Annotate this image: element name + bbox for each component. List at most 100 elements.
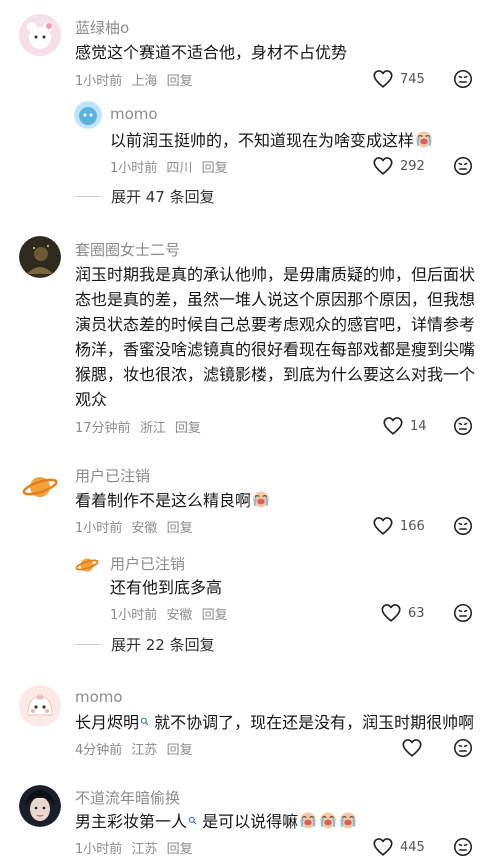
comment-location: 安徽	[131, 521, 158, 536]
like-button[interactable]: 166	[372, 515, 425, 537]
comment-location: 安徽	[166, 608, 193, 623]
expand-label: 展开 22 条回复	[111, 636, 215, 654]
comment-time: 1小时前	[75, 842, 123, 857]
dislike-face-icon[interactable]	[452, 155, 474, 177]
avatar[interactable]	[19, 466, 61, 508]
comment-line: 态也是真的差，虽然一堆人说这个原因那个原因，但我想	[75, 290, 476, 309]
like-count: 166	[400, 518, 425, 534]
comment-meta: 1小时前 上海 回复	[75, 70, 198, 89]
like-button[interactable]: 292	[372, 155, 425, 177]
comment-text-content: 以前润玉挺帅的，不知道现在为啥变成这样	[110, 131, 415, 150]
username[interactable]: 用户已注销	[110, 553, 185, 574]
dislike-face-icon[interactable]	[452, 68, 474, 90]
avatar[interactable]	[74, 552, 100, 578]
dislike-face-icon[interactable]	[452, 836, 474, 858]
reply-button[interactable]: 回复	[175, 421, 201, 436]
comment-text: 长月烬明 就不协调了，现在还是没有，润玉时期很帅啊	[75, 710, 474, 735]
divider	[75, 196, 101, 197]
comment-location: 四川	[166, 161, 193, 176]
comment-location: 江苏	[131, 842, 158, 857]
comment-meta: 1小时前 安徽 回复	[75, 517, 198, 536]
expand-replies-button[interactable]: 展开 22 条回复	[75, 634, 215, 655]
crying-face-emoji	[338, 810, 358, 830]
dislike-face-icon[interactable]	[452, 415, 474, 437]
heart-outline-icon	[372, 836, 394, 858]
heart-outline-icon	[380, 602, 402, 624]
reply-button[interactable]: 回复	[167, 842, 193, 857]
username[interactable]: momo	[75, 688, 123, 706]
reply-button[interactable]: 回复	[202, 161, 228, 176]
like-button[interactable]: 63	[380, 602, 425, 624]
comment-line: 杨洋，香蜜没啥滤镜真的很好看现在每部戏都是瘦到尖嘴	[75, 340, 476, 359]
dislike-face-icon[interactable]	[452, 602, 474, 624]
comment-location: 浙江	[139, 421, 166, 436]
search-mention-text[interactable]: 男主彩妆第一人	[75, 812, 187, 831]
dislike-face-icon[interactable]	[452, 515, 474, 537]
heart-outline-icon	[372, 155, 394, 177]
comment-text: 润玉时期我是真的承认他帅，是毋庸质疑的帅，但后面状 态也是真的差，虽然一堆人说这…	[75, 262, 475, 412]
comment-text: 男主彩妆第一人 是可以说得嘛	[75, 809, 358, 834]
comment-line: 演员状态差的时候自己总要考虑观众的感官吧，详情参考	[75, 315, 476, 334]
expand-replies-button[interactable]: 展开 47 条回复	[75, 186, 215, 207]
crying-face-emoji	[251, 489, 271, 509]
comment-time: 1小时前	[110, 161, 158, 176]
avatar[interactable]	[19, 685, 61, 727]
username[interactable]: 用户已注销	[75, 465, 150, 486]
username[interactable]: momo	[110, 105, 158, 123]
comment-time: 1小时前	[75, 521, 123, 536]
comment-meta: 17分钟前 浙江 回复	[75, 417, 206, 436]
planet-icon	[22, 477, 58, 497]
comment-time: 1小时前	[75, 74, 123, 89]
comment-time: 4分钟前	[75, 743, 123, 758]
like-button[interactable]: 445	[372, 836, 425, 858]
heart-outline-icon	[382, 415, 404, 437]
reply-button[interactable]: 回复	[202, 608, 228, 623]
reply-button[interactable]: 回复	[167, 743, 193, 758]
like-button[interactable]: 745	[372, 68, 425, 90]
like-count: 63	[408, 605, 425, 621]
dislike-face-icon[interactable]	[452, 737, 474, 759]
comment-time: 1小时前	[110, 608, 158, 623]
crying-face-emoji	[414, 129, 434, 149]
comment-text: 看着制作不是这么精良啊	[75, 488, 271, 513]
comment-line: 猴腮，妆也很浓，滤镜影楼，到底为什么要这么对我一个	[75, 365, 476, 384]
like-count: 292	[400, 158, 425, 174]
comment-location: 上海	[131, 74, 158, 89]
comment-line: 润玉时期我是真的承认他帅，是毋庸质疑的帅，但后面状	[75, 265, 476, 284]
search-mention-icon	[188, 816, 197, 825]
avatar[interactable]	[19, 785, 61, 827]
divider	[75, 644, 101, 645]
reply-button[interactable]: 回复	[167, 74, 193, 89]
comment-time: 17分钟前	[75, 421, 131, 436]
username[interactable]: 不道流年暗偷换	[75, 787, 180, 808]
like-button[interactable]: 14	[382, 415, 427, 437]
username[interactable]: 蓝绿柚o	[75, 17, 129, 38]
comment-text: 感觉这个赛道不适合他，身材不占优势	[75, 43, 348, 62]
like-count: 14	[410, 418, 427, 434]
crying-face-emoji	[318, 810, 338, 830]
like-count: 745	[400, 71, 425, 87]
search-mention-text[interactable]: 长月烬明	[75, 713, 139, 732]
comment-text-content: 就不协调了，现在还是没有，润玉时期很帅啊	[149, 713, 475, 732]
comment-text: 以前润玉挺帅的，不知道现在为啥变成这样	[110, 128, 434, 153]
comment-meta: 4分钟前 江苏 回复	[75, 739, 198, 758]
like-count: 445	[400, 839, 425, 855]
search-mention-icon	[140, 717, 149, 726]
avatar[interactable]	[19, 14, 61, 56]
crying-face-emoji	[298, 810, 318, 830]
username[interactable]: 套圈圈女士二号	[75, 239, 180, 260]
comment-meta: 1小时前 四川 回复	[110, 157, 233, 176]
comment-text-content: 是可以说得嘛	[197, 812, 299, 831]
comment-text-content: 看着制作不是这么精良啊	[75, 491, 252, 510]
comment-meta: 1小时前 江苏 回复	[75, 838, 198, 857]
comment-text: 还有他到底多高	[110, 578, 223, 597]
expand-label: 展开 47 条回复	[111, 188, 215, 206]
avatar[interactable]	[74, 101, 102, 129]
planet-icon	[75, 558, 99, 572]
reply-button[interactable]: 回复	[167, 521, 193, 536]
like-button[interactable]	[401, 737, 423, 759]
heart-outline-icon	[372, 68, 394, 90]
comment-location: 江苏	[131, 743, 158, 758]
heart-outline-icon	[372, 515, 394, 537]
avatar[interactable]	[19, 236, 61, 278]
